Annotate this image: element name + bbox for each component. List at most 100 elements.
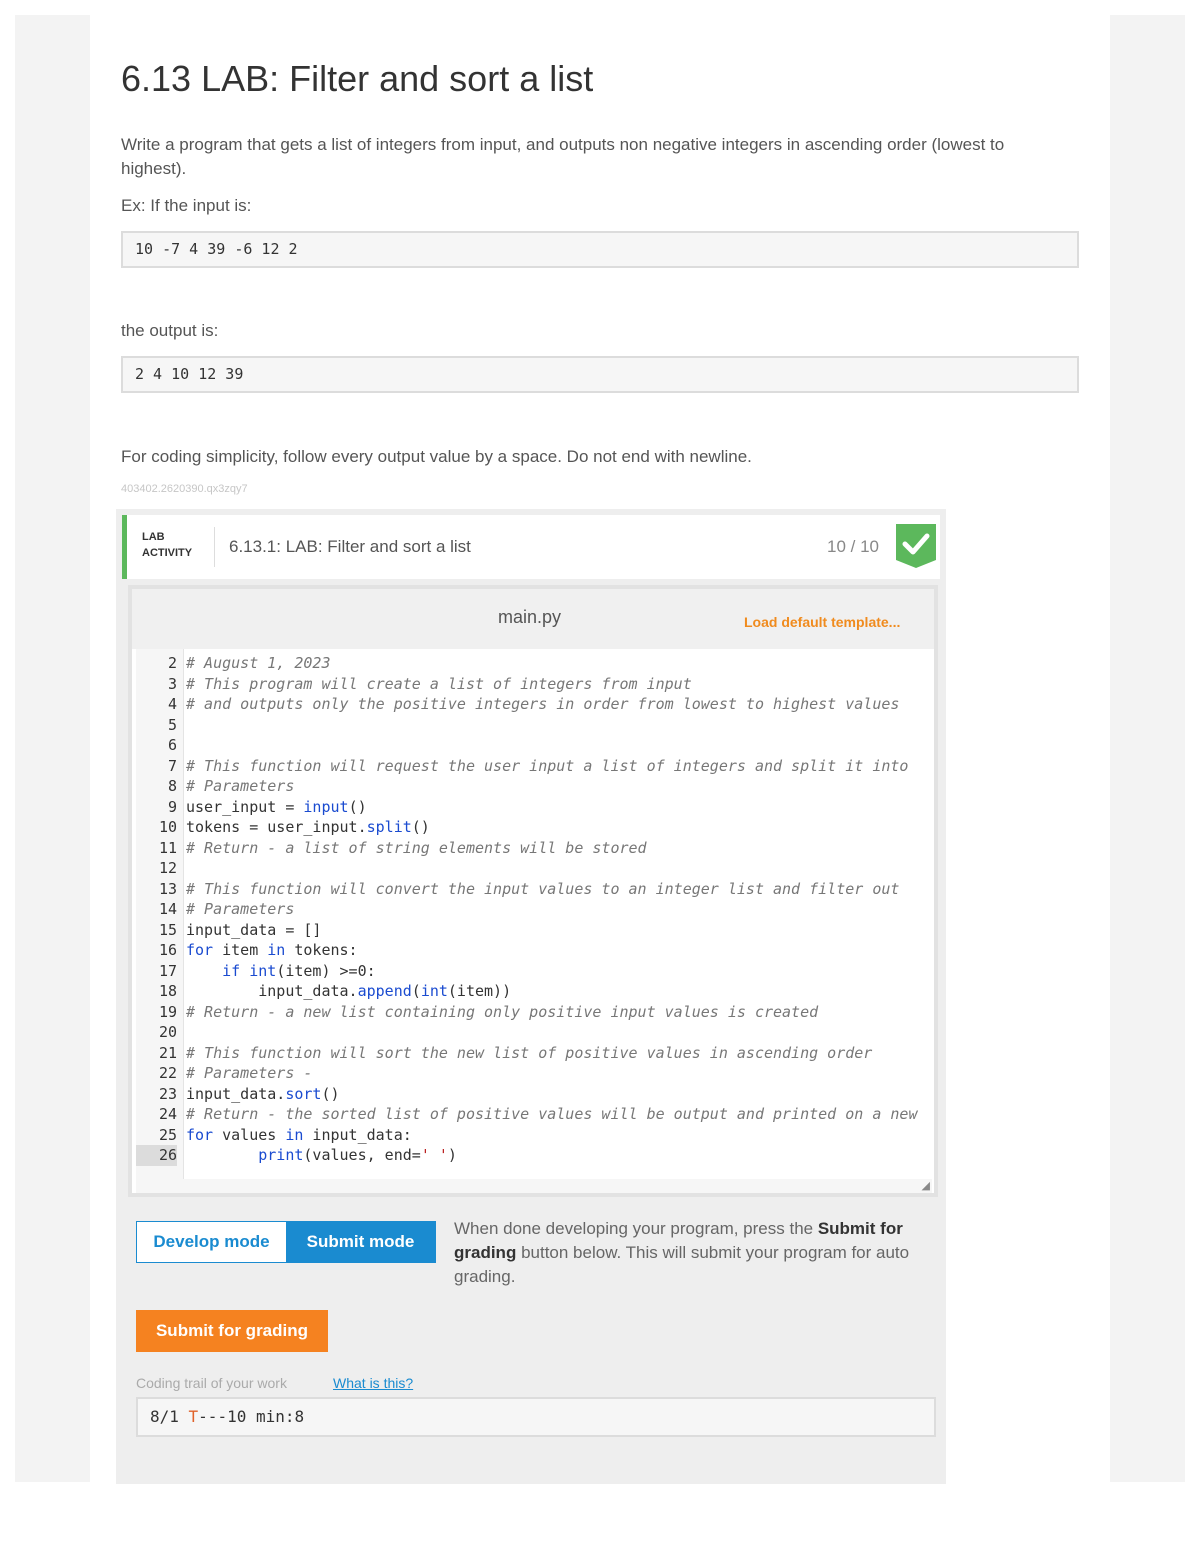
code-line[interactable]: 12 [132,858,932,879]
right-margin [1110,15,1185,1482]
lab-activity-panel: LAB ACTIVITY 6.13.1: LAB: Filter and sor… [116,509,946,1484]
line-code[interactable]: # August 1, 2023 [186,653,331,674]
coding-trail-label: Coding trail of your work [136,1375,287,1391]
line-number: 24 [158,1105,177,1123]
line-code[interactable]: input_data.sort() [186,1084,340,1105]
editor-scrollbar[interactable] [136,1179,932,1193]
code-line[interactable]: 2 # August 1, 2023 [132,653,932,674]
code-line[interactable]: 19 # Return - a new list containing only … [132,1002,932,1023]
line-number: 22 [158,1064,177,1082]
code-line[interactable]: 24 # Return - the sorted list of positive… [132,1104,932,1125]
develop-mode-button[interactable]: Develop mode [137,1222,286,1262]
line-code[interactable]: user_input = input() [186,797,367,818]
submit-mode-button[interactable]: Submit mode [286,1222,435,1262]
code-line[interactable]: 16 for item in tokens: [132,940,932,961]
page-title: 6.13 LAB: Filter and sort a list [121,58,594,99]
info-text-post: button below. This will submit your prog… [454,1243,910,1286]
line-code[interactable]: input_data = [] [186,920,321,941]
line-code[interactable]: # Return - the sorted list of positive v… [186,1104,918,1125]
line-code[interactable]: print(values, end=' ') [186,1145,457,1166]
mode-toggle: Develop mode Submit mode [136,1221,436,1263]
submit-for-grading-button[interactable]: Submit for grading [136,1310,328,1352]
output-intro: the output is: [121,321,219,340]
line-number: 12 [158,859,177,877]
line-code[interactable]: tokens = user_input.split() [186,817,430,838]
line-number: 3 [167,674,177,693]
line-code[interactable]: # This program will create a list of int… [186,674,692,695]
what-is-this-link[interactable]: What is this? [333,1375,413,1391]
line-code[interactable]: for item in tokens: [186,940,358,961]
code-line[interactable]: 26 print(values, end=' ') [132,1145,932,1166]
line-number: 17 [158,961,177,980]
code-line[interactable]: 5 [132,715,932,736]
trail-prefix: 8/1 [150,1407,189,1426]
left-margin [15,15,90,1482]
line-code[interactable]: for values in input_data: [186,1125,412,1146]
line-code[interactable]: # Return - a new list containing only po… [186,1002,818,1023]
trail-test-marker: T [188,1407,199,1426]
problem-description: Write a program that gets a list of inte… [121,135,1005,178]
info-text-pre: When done developing your program, press… [454,1219,818,1238]
editor-toolbar: main.py Load default template... [132,589,934,649]
line-number: 18 [158,982,177,1000]
code-line[interactable]: 23 input_data.sort() [132,1084,932,1105]
line-number: 5 [167,715,177,734]
line-code[interactable]: # Return - a list of string elements wil… [186,838,647,859]
line-number: 8 [167,777,177,795]
line-number: 23 [158,1084,177,1103]
lab-title: 6.13.1: LAB: Filter and sort a list [229,537,471,556]
code-line[interactable]: 8 # Parameters [132,776,932,797]
code-line[interactable]: 17 if int(item) >=0: [132,961,932,982]
line-number: 7 [167,756,177,775]
code-area[interactable]: 2 # August 1, 2023 3 # This program will cr… [132,653,932,1183]
code-line[interactable]: 4 # and outputs only the positive integer… [132,694,932,715]
line-number: 16 [158,941,177,959]
code-line[interactable]: 6 [132,735,932,756]
line-number: 25 [158,1125,177,1144]
code-line[interactable]: 13 # This function will convert the input… [132,879,932,900]
line-code[interactable]: if int(item) >=0: [186,961,376,982]
code-line[interactable]: 22 # Parameters - [132,1063,932,1084]
code-line[interactable]: 3 # This program will create a list of in… [132,674,932,695]
line-number: 20 [158,1023,177,1041]
line-code[interactable]: # Parameters [186,899,294,920]
example-input-box: 10 -7 4 39 -6 12 2 [121,231,1079,268]
lab-activity-tag: LAB ACTIVITY [142,529,192,561]
code-line[interactable]: 15 input_data = [] [132,920,932,941]
line-number: 10 [158,818,177,836]
line-number: 19 [158,1002,177,1021]
line-number: 26 [136,1145,177,1166]
coding-trail-box: 8/1 T---10 min:8 [136,1397,936,1437]
line-code[interactable]: # Parameters - [186,1063,312,1084]
line-code[interactable]: # This function will request the user in… [186,756,908,777]
line-number: 14 [158,900,177,918]
line-code[interactable]: # This function will convert the input v… [186,879,899,900]
resize-handle-icon[interactable]: ◢ [922,1179,930,1192]
code-line[interactable]: 14 # Parameters [132,899,932,920]
content-id: 403402.2620390.qx3zqy7 [121,483,248,495]
code-line[interactable]: 25 for values in input_data: [132,1125,932,1146]
lab-header: LAB ACTIVITY 6.13.1: LAB: Filter and sor… [122,515,940,579]
code-line[interactable]: 11 # Return - a list of string elements w… [132,838,932,859]
code-editor[interactable]: main.py Load default template... 2 # Augu… [128,585,938,1197]
trail-rest: ---10 min:8 [198,1407,305,1426]
code-line[interactable]: 21 # This function will sort the new list… [132,1043,932,1064]
example-intro: Ex: If the input is: [121,196,252,215]
code-line[interactable]: 10 tokens = user_input.split() [132,817,932,838]
lab-tag-line2: ACTIVITY [142,547,193,559]
completed-check-icon [896,524,936,568]
line-code[interactable]: # This function will sort the new list o… [186,1043,872,1064]
code-line[interactable]: 9 user_input = input() [132,797,932,818]
line-number: 21 [158,1043,177,1062]
header-divider [214,527,215,567]
line-number: 11 [158,838,177,857]
line-number: 15 [158,920,177,939]
line-number: 13 [158,879,177,898]
load-default-template-link[interactable]: Load default template... [744,614,900,630]
code-line[interactable]: 18 input_data.append(int(item)) [132,981,932,1002]
line-code[interactable]: # and outputs only the positive integers… [186,694,899,715]
code-line[interactable]: 7 # This function will request the user i… [132,756,932,777]
code-line[interactable]: 20 [132,1022,932,1043]
line-code[interactable]: input_data.append(int(item)) [186,981,511,1002]
line-code[interactable]: # Parameters [186,776,294,797]
